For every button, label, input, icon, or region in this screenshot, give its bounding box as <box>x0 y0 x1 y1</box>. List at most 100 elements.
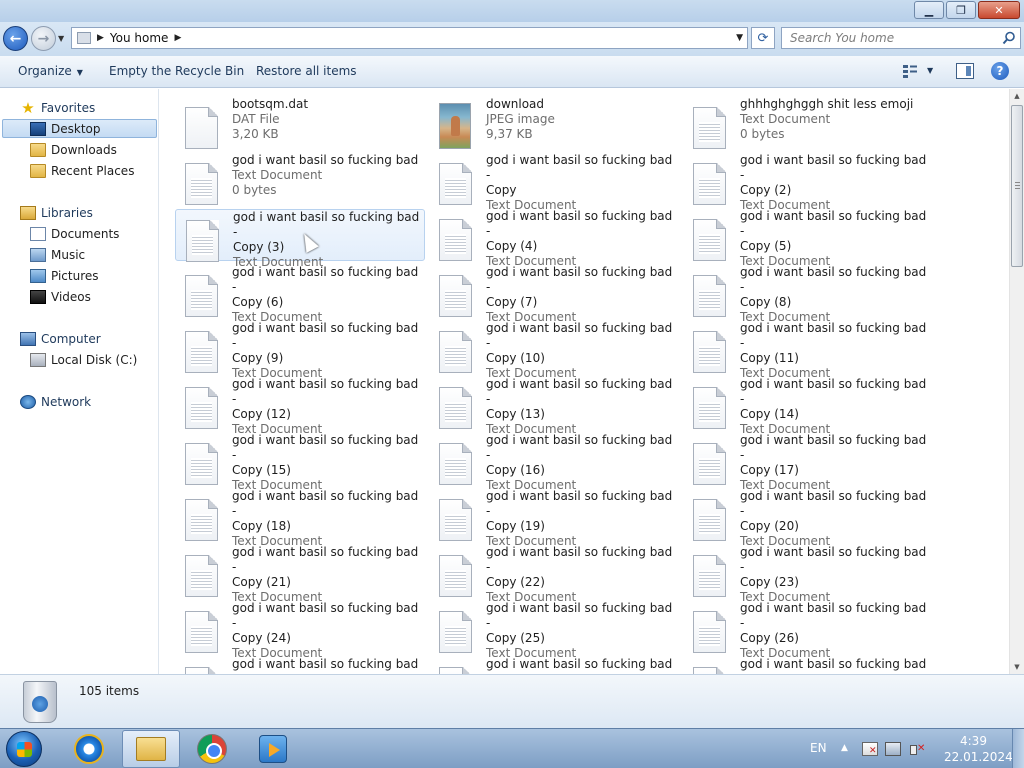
organize-button[interactable]: Organize ▼ <box>18 64 83 78</box>
file-item[interactable]: god i want basil so fucking bad - Copy (… <box>683 601 933 660</box>
file-list: bootsqm.dat DAT File 3,20 KB download JPEG i… <box>160 89 1009 674</box>
breadcrumb-segment[interactable]: You home <box>110 31 169 45</box>
sidebar-item-local-disk[interactable]: Local Disk (C:) <box>30 350 137 369</box>
file-item[interactable]: god i want basil so fucking bad - Copy (… <box>175 433 425 492</box>
file-item[interactable]: god i want basil so fucking bad - Copy (… <box>683 265 933 324</box>
volume-muted-icon[interactable] <box>910 742 926 756</box>
refresh-button[interactable]: ⟳ <box>751 27 775 49</box>
forward-button[interactable]: → <box>31 26 56 51</box>
file-item[interactable]: god i want basil so fucking bad - Copy (… <box>175 489 425 548</box>
clock-date[interactable]: 22.01.2024 <box>944 750 1013 764</box>
file-item[interactable]: bootsqm.dat DAT File 3,20 KB <box>175 97 425 149</box>
sidebar-item-libraries[interactable]: Libraries <box>20 203 93 222</box>
sidebar-item-videos[interactable]: Videos <box>30 287 91 306</box>
action-center-icon[interactable] <box>862 742 878 756</box>
text-document-icon <box>185 331 218 373</box>
file-item[interactable]: ghhhghghggh shit less emoji Text Document… <box>683 97 933 149</box>
breadcrumb-arrow-icon[interactable]: ▶ <box>97 33 104 43</box>
sidebar-item-network[interactable]: Network <box>20 392 91 411</box>
close-button[interactable]: ✕ <box>978 1 1020 19</box>
media-player-icon[interactable] <box>259 735 287 763</box>
file-name: god i want basil so fucking bad - Copy (… <box>232 265 419 309</box>
text-document-icon <box>185 443 218 485</box>
file-item[interactable]: god i want basil so fucking bad - Copy (… <box>683 321 933 380</box>
chrome-icon[interactable] <box>197 734 227 764</box>
change-view-icon[interactable] <box>902 64 918 78</box>
file-item[interactable]: god i want basil so fucking bad - Copy (… <box>683 153 933 212</box>
help-icon[interactable]: ? <box>991 62 1009 80</box>
breadcrumb-arrow-icon[interactable]: ▶ <box>174 33 181 43</box>
recent-places-icon <box>30 163 46 178</box>
file-item-text: god i want basil so fucking bad - Copy (… <box>232 321 422 381</box>
scroll-up-arrow-icon[interactable]: ▲ <box>1010 89 1024 103</box>
sidebar-item-documents[interactable]: Documents <box>30 224 119 243</box>
file-item[interactable]: god i want basil so fucking bad Text Docu… <box>175 153 425 205</box>
restore-all-items-button[interactable]: Restore all items <box>256 64 357 78</box>
file-item[interactable]: god i want basil so fucking bad - Copy (… <box>175 545 425 604</box>
file-item[interactable]: god i want basil so fucking bad - Copy (… <box>175 321 425 380</box>
view-options-dropdown-icon[interactable]: ▼ <box>927 66 933 75</box>
file-item[interactable]: god i want basil so fucking bad - Copy (… <box>429 321 679 380</box>
text-document-icon <box>693 499 726 541</box>
sidebar-item-music[interactable]: Music <box>30 245 85 264</box>
file-item[interactable]: god i want basil so fucking bad - Copy (… <box>175 601 425 660</box>
sidebar-item-computer[interactable]: Computer <box>20 329 101 348</box>
scrollbar-thumb[interactable] <box>1011 105 1023 267</box>
file-item-text: god i want basil so fucking bad - Copy (… <box>740 209 930 269</box>
show-desktop-button[interactable] <box>1012 729 1024 768</box>
file-item[interactable]: god i want basil so fucking bad - Copy (… <box>683 209 933 268</box>
file-item-text: god i want basil so fucking bad - Copy (… <box>232 265 422 325</box>
show-hidden-icons-icon[interactable]: ▲ <box>841 743 848 753</box>
file-name: god i want basil so fucking bad - Copy (… <box>740 265 927 309</box>
sidebar-item-downloads[interactable]: Downloads <box>30 140 117 159</box>
file-item[interactable]: god i want basil so fucking bad - <box>175 657 425 674</box>
restore-button[interactable]: ❐ <box>946 1 976 19</box>
language-indicator[interactable]: EN <box>810 741 827 755</box>
network-status-icon[interactable] <box>885 742 901 756</box>
file-item[interactable]: god i want basil so fucking bad - Copy (… <box>429 433 679 492</box>
file-item[interactable]: god i want basil so fucking bad - Copy (… <box>175 265 425 324</box>
empty-recycle-bin-button[interactable]: Empty the Recycle Bin <box>109 64 244 78</box>
sidebar-item-favorites[interactable]: ★ Favorites <box>20 98 95 117</box>
windows-explorer-icon[interactable] <box>136 737 166 761</box>
file-item[interactable]: god i want basil so fucking bad - Copy (… <box>429 545 679 604</box>
details-pane: 105 items <box>0 674 1024 728</box>
preview-pane-icon[interactable] <box>956 63 974 79</box>
sidebar-item-label: Libraries <box>41 205 93 220</box>
file-name: god i want basil so fucking bad - Copy (… <box>232 321 419 365</box>
file-item[interactable]: god i want basil so fucking bad - Copy (… <box>429 209 679 268</box>
file-item[interactable]: god i want basil so fucking bad - Copy (… <box>175 377 425 436</box>
file-item-text: god i want basil so fucking bad - Copy (… <box>486 321 676 381</box>
file-item[interactable]: god i want basil so fucking bad - Copy Te… <box>429 153 679 212</box>
start-button[interactable] <box>6 731 42 767</box>
address-dropdown-icon[interactable]: ▼ <box>736 33 743 43</box>
sidebar-item-pictures[interactable]: Pictures <box>30 266 99 285</box>
back-button[interactable]: ← <box>3 26 28 51</box>
file-item[interactable]: god i want basil so fucking bad - Copy (… <box>429 601 679 660</box>
search-input[interactable] <box>790 31 990 45</box>
address-bar[interactable]: ▶ You home ▶ ▼ <box>71 27 748 49</box>
file-item[interactable]: god i want basil so fucking bad - Copy (… <box>429 377 679 436</box>
file-item-text: god i want basil so fucking bad - Copy (… <box>740 433 930 493</box>
file-item[interactable]: god i want basil so fucking bad - Copy (… <box>429 489 679 548</box>
file-item[interactable]: god i want basil so fucking bad - Copy (… <box>429 265 679 324</box>
file-item[interactable]: god i want basil so fucking bad - <box>683 657 933 674</box>
text-document-icon <box>185 555 218 597</box>
file-item[interactable]: god i want basil so fucking bad - Copy (… <box>683 489 933 548</box>
minimize-button[interactable]: ▁ <box>914 1 944 19</box>
recent-pages-dropdown-icon[interactable]: ▼ <box>58 34 64 43</box>
file-item[interactable]: god i want basil so fucking bad - Copy (… <box>683 433 933 492</box>
sidebar-item-desktop[interactable]: Desktop <box>2 119 157 138</box>
scroll-down-arrow-icon[interactable]: ▼ <box>1010 660 1024 674</box>
clock-time[interactable]: 4:39 <box>960 734 987 748</box>
internet-explorer-icon[interactable] <box>74 734 104 764</box>
text-document-icon <box>439 163 472 205</box>
file-item[interactable]: god i want basil so fucking bad - <box>429 657 679 674</box>
file-item[interactable]: download JPEG image 9,37 KB <box>429 97 679 149</box>
search-icon[interactable] <box>1002 31 1016 45</box>
file-item[interactable]: god i want basil so fucking bad - Copy (… <box>683 377 933 436</box>
sidebar-item-recent-places[interactable]: Recent Places <box>30 161 134 180</box>
file-item[interactable]: god i want basil so fucking bad - Copy (… <box>683 545 933 604</box>
search-box[interactable] <box>781 27 1021 49</box>
vertical-scrollbar[interactable]: ▲ ▼ <box>1009 89 1024 674</box>
